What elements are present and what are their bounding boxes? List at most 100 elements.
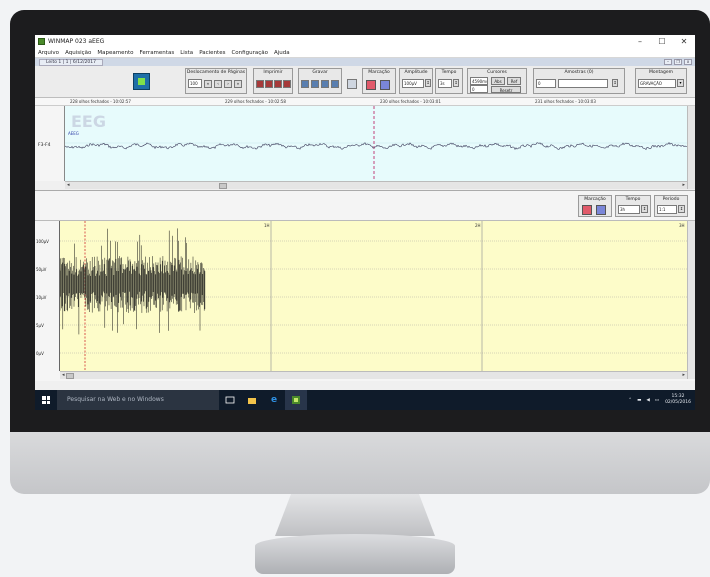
windows-icon[interactable] bbox=[35, 390, 57, 410]
menu-configuracao[interactable]: Configuração bbox=[231, 50, 268, 56]
spectrum-mark-blue-button[interactable] bbox=[596, 205, 606, 215]
group-amplitude: Amplitude 100µV ↕ bbox=[399, 68, 433, 94]
page-field[interactable]: 100 bbox=[188, 79, 202, 88]
edge-icon[interactable]: e bbox=[263, 390, 285, 410]
tempo-spinner[interactable]: ↕ bbox=[453, 79, 459, 87]
mdi-close-button[interactable]: x bbox=[684, 59, 692, 65]
menu-pacientes[interactable]: Pacientes bbox=[199, 50, 225, 56]
menu-aquisicao[interactable]: Aquisição bbox=[65, 50, 91, 56]
spectrum-horizontal-scrollbar[interactable]: ◂ ▸ bbox=[60, 371, 687, 379]
scroll-thumb[interactable] bbox=[219, 183, 227, 189]
winmap-icon[interactable] bbox=[285, 390, 307, 410]
menu-bar: Arquivo Aquisição Mapeamento Ferramentas… bbox=[35, 48, 695, 58]
spectrum-mark-red-button[interactable] bbox=[582, 205, 592, 215]
file-explorer-icon[interactable] bbox=[241, 390, 263, 410]
next-page-button[interactable]: › bbox=[224, 80, 232, 88]
menu-mapeamento[interactable]: Mapeamento bbox=[97, 50, 133, 56]
print-range-icon[interactable] bbox=[274, 80, 282, 88]
screen: WINMAP 023 aEEG – ☐ ✕ Arquivo Aquisição … bbox=[35, 35, 695, 410]
close-button[interactable]: ✕ bbox=[673, 37, 695, 46]
cursor-subfield[interactable]: 0 bbox=[470, 85, 488, 93]
mdi-minimize-button[interactable]: – bbox=[664, 59, 672, 65]
system-tray: ⌃ ▬ ◀ ▭ 15:32 02/05/2016 bbox=[623, 394, 695, 406]
spectrum-periodo-spinner[interactable]: ↕ bbox=[678, 205, 685, 213]
chevron-up-icon[interactable]: ⌃ bbox=[628, 398, 632, 403]
group-cursores: Cursores 4590ms 0 Abs Ref Resetr bbox=[467, 68, 527, 94]
scroll-thumb[interactable] bbox=[66, 373, 74, 379]
menu-lista[interactable]: Lista bbox=[180, 50, 193, 56]
amplitude-spinner[interactable]: ↕ bbox=[425, 79, 431, 87]
maximize-button[interactable]: ☐ bbox=[651, 37, 673, 46]
first-page-button[interactable]: « bbox=[204, 80, 212, 88]
window-title: WINMAP 023 aEEG bbox=[48, 38, 105, 45]
montagem-select[interactable]: GRAVAÇÃO bbox=[638, 79, 676, 88]
save-icon[interactable] bbox=[311, 80, 319, 88]
document-tab[interactable]: Leito 1 | 1 | 6/12/2017 bbox=[39, 58, 103, 66]
print-page-icon[interactable] bbox=[265, 80, 273, 88]
tempo-field[interactable]: 3s bbox=[438, 79, 452, 88]
mdi-controls: – ❐ x bbox=[662, 59, 692, 65]
mark-blue-button[interactable] bbox=[380, 80, 390, 90]
menu-ajuda[interactable]: Ajuda bbox=[274, 50, 290, 56]
print-icon[interactable] bbox=[256, 80, 264, 88]
channel-name: F3-F4 bbox=[38, 143, 51, 148]
eeg-plot[interactable]: EEG AEEG bbox=[65, 106, 687, 181]
speaker-icon[interactable]: ◀ bbox=[646, 398, 649, 403]
group-deslocamento: Deslocamento de Páginas 100 « ‹ › » bbox=[185, 68, 247, 94]
taskbar: Pesquisar na Web e no Windows e ⌃ ▬ ◀ ▭ … bbox=[35, 390, 695, 410]
abs-button[interactable]: Abs bbox=[491, 77, 505, 85]
eeg-vertical-scrollbar[interactable] bbox=[687, 106, 695, 189]
y-tick-label: 10µV bbox=[36, 295, 47, 300]
scroll-left-icon[interactable]: ◂ bbox=[67, 182, 70, 188]
scroll-right-icon[interactable]: ▸ bbox=[682, 182, 685, 188]
reset-button[interactable]: Resetr bbox=[491, 86, 521, 93]
last-page-button[interactable]: » bbox=[234, 80, 242, 88]
annotation-4: 231 olhos fechados - 10:03:03 bbox=[535, 99, 596, 104]
group-marcacao: Marcação bbox=[362, 68, 396, 94]
amostras-list[interactable] bbox=[558, 79, 608, 88]
record-icon[interactable] bbox=[301, 80, 309, 88]
menu-ferramentas[interactable]: Ferramentas bbox=[140, 50, 175, 56]
y-tick-label: 5µV bbox=[36, 323, 44, 328]
print-all-icon[interactable] bbox=[283, 80, 291, 88]
amostras-field[interactable]: 0 bbox=[536, 79, 556, 88]
network-icon[interactable]: ▬ bbox=[637, 398, 641, 403]
aeeg-trace bbox=[60, 228, 206, 335]
cursor-field[interactable]: 4590ms bbox=[470, 77, 488, 85]
notification-icon[interactable]: ▭ bbox=[655, 398, 659, 403]
spectrum-tempo-field[interactable]: 3h bbox=[618, 205, 640, 214]
clock-date: 02/05/2016 bbox=[665, 400, 691, 405]
window-controls: – ☐ ✕ bbox=[629, 37, 695, 46]
menu-arquivo[interactable]: Arquivo bbox=[38, 50, 59, 56]
scroll-right-icon[interactable]: ▸ bbox=[682, 372, 685, 378]
camera-icon[interactable] bbox=[331, 80, 339, 88]
group-imprimir: Imprimir bbox=[253, 68, 293, 94]
chevron-down-icon[interactable]: ▾ bbox=[677, 79, 684, 87]
group-label: Imprimir bbox=[263, 70, 283, 75]
eeg-horizontal-scrollbar[interactable]: ◂ ▸ bbox=[65, 181, 687, 189]
spectrum-plot[interactable]: 1H 2H 3H bbox=[60, 221, 687, 371]
clock[interactable]: 15:32 02/05/2016 bbox=[665, 394, 691, 406]
mark-red-button[interactable] bbox=[366, 80, 376, 90]
minimize-button[interactable]: – bbox=[629, 37, 651, 46]
spectrum-tempo-spinner[interactable]: ↕ bbox=[641, 205, 648, 213]
annotation-2: 229 olhos fechados - 10:02:58 bbox=[225, 99, 286, 104]
spectrum-vertical-scrollbar[interactable] bbox=[687, 221, 695, 379]
scroll-left-icon[interactable]: ◂ bbox=[62, 372, 65, 378]
group-label: Período bbox=[662, 197, 680, 202]
mdi-restore-button[interactable]: ❐ bbox=[674, 59, 682, 65]
search-input[interactable]: Pesquisar na Web e no Windows bbox=[57, 390, 219, 410]
group-label: Amplitude bbox=[404, 70, 428, 75]
amplitude-field[interactable]: 100µV bbox=[402, 79, 424, 88]
amostras-spinner[interactable]: ↕ bbox=[612, 79, 618, 87]
acquisition-icon[interactable] bbox=[133, 73, 150, 90]
spectrum-y-axis: 100µV 50µV 10µV 5µV 0µV bbox=[35, 221, 60, 371]
task-view-icon[interactable] bbox=[219, 390, 241, 410]
zoom-icon[interactable] bbox=[347, 79, 357, 89]
ref-button[interactable]: Ref bbox=[507, 77, 521, 85]
spectrum-periodo-field[interactable]: 1:1 bbox=[657, 205, 677, 214]
export-icon[interactable] bbox=[321, 80, 329, 88]
eeg-panel: F3-F4 EEG AEEG ◂ ▸ bbox=[35, 106, 695, 191]
prev-page-button[interactable]: ‹ bbox=[214, 80, 222, 88]
y-tick-label: 50µV bbox=[36, 267, 47, 272]
